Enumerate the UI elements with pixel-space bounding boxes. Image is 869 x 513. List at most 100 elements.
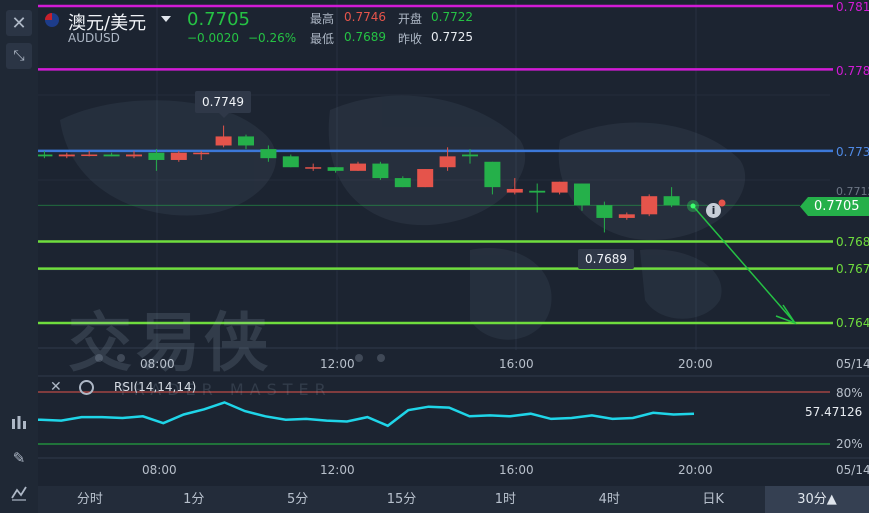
candle-body: [193, 152, 210, 155]
low-callout: 0.7689: [578, 249, 634, 269]
price-label-blue: 0.7735: [836, 145, 869, 159]
candle-body: [58, 154, 75, 157]
candle-body: [394, 178, 411, 188]
timeframe-daily[interactable]: 日K: [661, 486, 765, 513]
candle-body: [81, 154, 98, 157]
candle-body: [641, 196, 658, 215]
candle-body: [439, 156, 456, 168]
price-label-g1: 0.7685: [836, 235, 869, 249]
info-icon[interactable]: i: [706, 203, 721, 218]
flag-icon: [45, 13, 59, 27]
map-shape: [60, 100, 277, 216]
timeframe-5m[interactable]: 5分: [246, 486, 350, 513]
time-label: 20:00: [678, 357, 713, 371]
page-dots: [95, 354, 125, 362]
symbol-code: AUDUSD: [68, 31, 120, 45]
high-value: 0.7746: [344, 10, 386, 24]
rsi-label: RSI(14,14,14): [114, 380, 197, 394]
price-label-top: 0.7815: [836, 0, 869, 14]
timeframe-1m[interactable]: 1分: [142, 486, 246, 513]
time-label: 05/14: [836, 357, 869, 371]
time-label: 08:00: [140, 357, 175, 371]
open-value: 0.7722: [431, 10, 473, 24]
candle-body: [417, 169, 434, 188]
page-dot: [355, 354, 363, 362]
candlestick-chart[interactable]: [0, 0, 869, 490]
time-label: 16:00: [499, 357, 534, 371]
candle-body: [238, 136, 254, 146]
chevron-down-icon[interactable]: [161, 16, 171, 22]
prev-close-label: 昨收: [398, 32, 423, 46]
candle-body: [551, 181, 568, 193]
candle-body: [327, 167, 344, 171]
rsi-time-label: 20:00: [678, 463, 713, 477]
candle-body: [663, 196, 680, 206]
page-dot: [377, 354, 385, 362]
high-callout-pointer: [219, 113, 229, 118]
close-icon[interactable]: ✕: [6, 10, 32, 36]
time-label: 12:00: [320, 357, 355, 371]
pencil-icon[interactable]: ✎: [6, 445, 32, 471]
prev-close-value: 0.7725: [431, 30, 473, 44]
rsi-time-label: 16:00: [499, 463, 534, 477]
collapse-icon[interactable]: ⤡: [6, 43, 32, 69]
rsi-time-label: 12:00: [320, 463, 355, 477]
indicator-icon[interactable]: [6, 410, 32, 436]
rsi-lower-label: 20%: [836, 437, 863, 451]
rsi-upper-label: 80%: [836, 386, 863, 400]
candle-body: [350, 163, 366, 171]
low-label: 最低: [310, 32, 335, 46]
line-chart-icon[interactable]: [6, 480, 32, 506]
page-dots-right: [355, 354, 385, 362]
price-change: −0.0020: [187, 31, 240, 45]
price-label-g2: 0.767: [836, 262, 869, 276]
map-shape: [328, 95, 526, 226]
current-price-tag: 0.7705: [800, 197, 869, 216]
candle-body: [36, 154, 53, 157]
rsi-value: 57.47126: [805, 405, 863, 419]
close-indicator-icon[interactable]: ✕: [50, 379, 62, 395]
open-label: 开盘: [398, 12, 423, 26]
candle-body: [260, 149, 277, 159]
left-toolbar: ✕ ⤡ ✎: [0, 0, 38, 513]
rsi-time-label: 08:00: [142, 463, 177, 477]
rsi-line: [0, 401, 695, 428]
candle-body: [574, 183, 590, 206]
timeframe-30m-selected[interactable]: 30分▲: [765, 486, 869, 513]
page-dot: [95, 354, 103, 362]
price-label-g3: 0.764: [836, 316, 869, 330]
low-value: 0.7689: [344, 30, 386, 44]
candle-body: [170, 152, 187, 160]
timeframe-1h[interactable]: 1时: [453, 486, 557, 513]
timeframe-15m[interactable]: 15分: [350, 486, 454, 513]
candle-body: [618, 214, 635, 218]
page-dot: [117, 354, 125, 362]
last-price: 0.7705: [187, 9, 250, 30]
candle-body: [372, 163, 389, 179]
timeframe-bar: 分时 1分 5分 15分 1时 4时 日K 30分▲: [38, 486, 869, 513]
price-label-upper: 0.778: [836, 64, 869, 78]
timeframe-tick[interactable]: 分时: [38, 486, 142, 513]
rsi-time-label: 05/14: [836, 463, 869, 477]
high-label: 最高: [310, 12, 335, 26]
candle-body: [215, 136, 232, 146]
current-price-dot: [690, 203, 696, 209]
timeframe-4h[interactable]: 4时: [557, 486, 661, 513]
candle-body: [305, 167, 322, 169]
map-shape: [640, 249, 722, 319]
map-shape: [558, 122, 746, 240]
high-callout: 0.7749: [195, 91, 251, 113]
candle-body: [282, 156, 299, 168]
chart-area[interactable]: 交易侠 TRADER MASTER 澳元/美元 AUDUSD 0.7705 −0…: [0, 0, 869, 490]
candle-body: [596, 205, 613, 218]
candle-body: [506, 188, 523, 193]
settings-icon[interactable]: [79, 380, 94, 395]
candle-body: [529, 190, 546, 193]
candle-body: [462, 154, 478, 157]
price-change-pct: −0.26%: [248, 31, 297, 45]
candle-body: [103, 154, 120, 157]
candle-body: [126, 154, 142, 157]
map-shape: [470, 248, 552, 340]
candle-body: [148, 152, 165, 160]
candle-body: [484, 161, 501, 188]
